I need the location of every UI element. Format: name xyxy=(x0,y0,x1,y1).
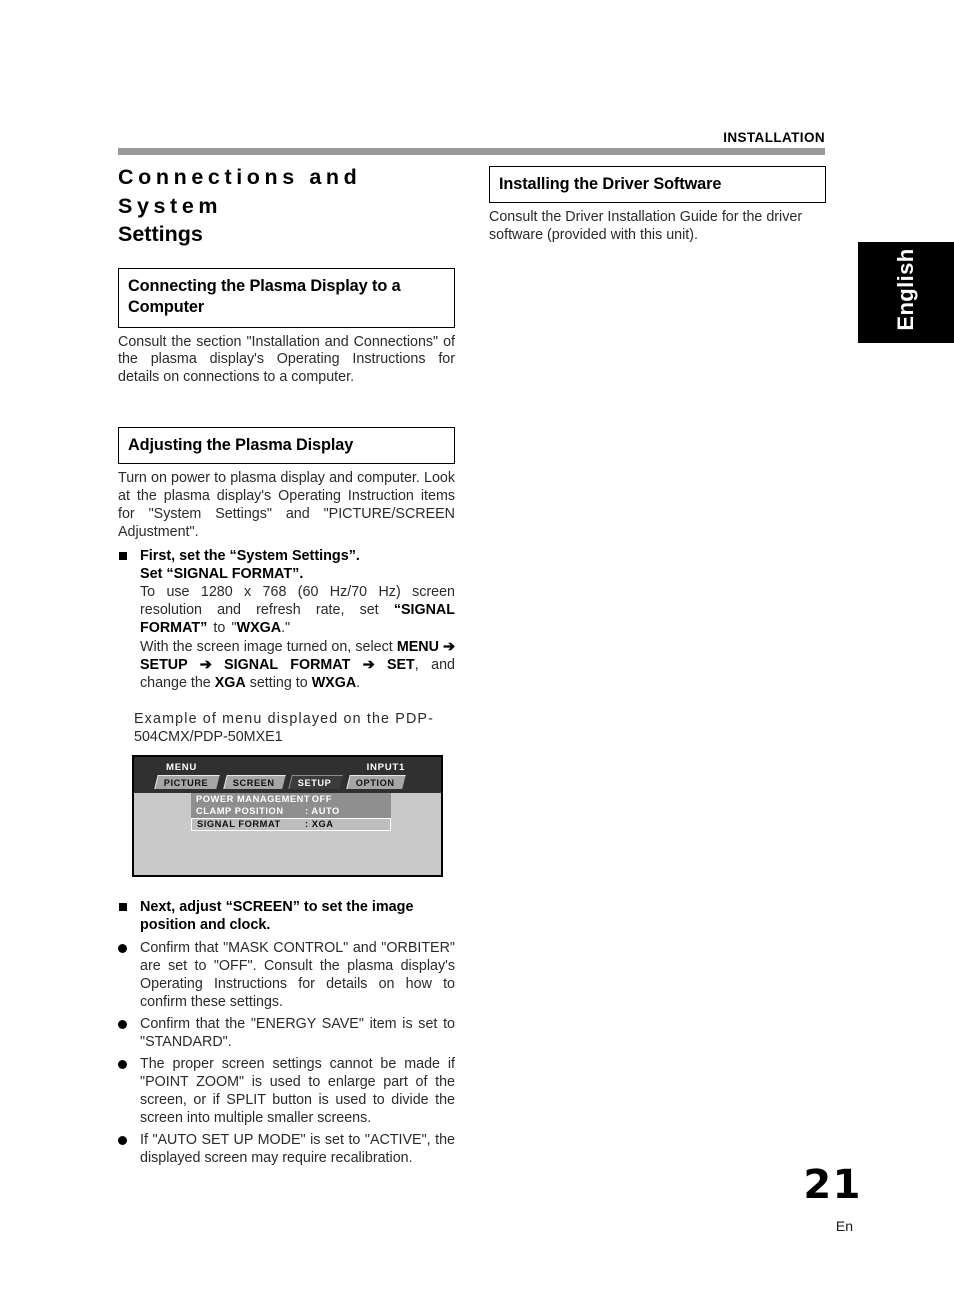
section-heading-adjusting-plasma-display: Adjusting the Plasma Display xyxy=(118,427,455,465)
page-language-code: En xyxy=(835,1218,853,1234)
osd-tab-screen[interactable]: SCREEN xyxy=(222,775,286,790)
osd-menu-screenshot: MENU INPUT1 PICTURE SCREEN SETUP OPTION … xyxy=(132,755,443,878)
list-item-bullet-point-zoom: The proper screen settings cannot be mad… xyxy=(118,1055,455,1127)
osd-row-power-management[interactable]: POWER MANAGEMENT : OFF xyxy=(191,794,391,805)
language-thumb-tab: English xyxy=(858,242,954,343)
round-bullet-icon xyxy=(118,1019,127,1029)
language-thumb-tab-label: English xyxy=(893,248,918,331)
list-item-paragraph-2: With the screen image turned on, select … xyxy=(140,639,456,692)
osd-settings-panel: POWER MANAGEMENT : OFF CLAMP POSITION : … xyxy=(191,793,391,832)
section-heading-installing-driver-software: Installing the Driver Software xyxy=(489,166,826,203)
osd-tab-setup[interactable]: SETUP xyxy=(288,775,343,790)
section-body-adjusting-intro: Turn on power to plasma display and comp… xyxy=(118,470,455,540)
figure-caption: Example of menu displayed on the PDP- 50… xyxy=(134,711,435,746)
right-column: Installing the Driver Software Consult t… xyxy=(489,166,826,245)
left-column: Connections and System Settings Connecti… xyxy=(118,163,455,1167)
page-number: 21 xyxy=(803,1162,862,1208)
section-heading-connecting-plasma-display: Connecting the Plasma Display to a Compu… xyxy=(118,267,455,328)
list-item-bullet-auto-set-up-mode: If "AUTO SET UP MODE" is set to "ACTIVE"… xyxy=(118,1131,455,1167)
list-item-paragraph-1: To use 1280 x 768 (60 Hz/70 Hz) screen r… xyxy=(140,584,455,637)
osd-menu-label: MENU xyxy=(166,762,198,774)
osd-row-clamp-position[interactable]: CLAMP POSITION : AUTO xyxy=(191,806,391,817)
list-item-bullet-energy-save: Confirm that the "ENERGY SAVE" item is s… xyxy=(118,1015,455,1051)
osd-row-signal-format[interactable]: SIGNAL FORMAT : XGA xyxy=(191,818,391,832)
page-title-line2: Settings xyxy=(118,222,203,247)
osd-input-label: INPUT1 xyxy=(366,762,405,774)
section-body-connecting-plasma-display: Consult the section "Installation and Co… xyxy=(118,333,455,386)
round-bullet-icon xyxy=(118,1135,127,1145)
osd-tab-option[interactable]: OPTION xyxy=(346,775,406,790)
page-title-line1: Connections and System xyxy=(118,165,362,218)
list-item-bullet-mask-control: Confirm that "MASK CONTROL" and "ORBITER… xyxy=(118,939,455,1011)
osd-tab-bar: PICTURE SCREEN SETUP OPTION xyxy=(154,775,411,790)
square-bullet-icon xyxy=(119,551,127,560)
list-item-heading: Next, adjust “SCREEN” to set the image p… xyxy=(140,899,414,934)
osd-tab-picture[interactable]: PICTURE xyxy=(154,775,220,790)
list-item-first-system-settings: First, set the “System Settings”. Set “S… xyxy=(118,547,455,693)
running-header: INSTALLATION xyxy=(723,130,825,145)
list-item-next-adjust-screen: Next, adjust “SCREEN” to set the image p… xyxy=(118,898,455,935)
list-item-heading: First, set the “System Settings”. Set “S… xyxy=(140,547,360,583)
round-bullet-icon xyxy=(118,1059,127,1069)
round-bullet-icon xyxy=(118,943,127,953)
section-body-installing-driver-software: Consult the Driver Installation Guide fo… xyxy=(489,208,803,243)
header-rule xyxy=(118,148,825,155)
square-bullet-icon xyxy=(119,903,127,912)
page-title: Connections and System Settings xyxy=(118,163,455,249)
